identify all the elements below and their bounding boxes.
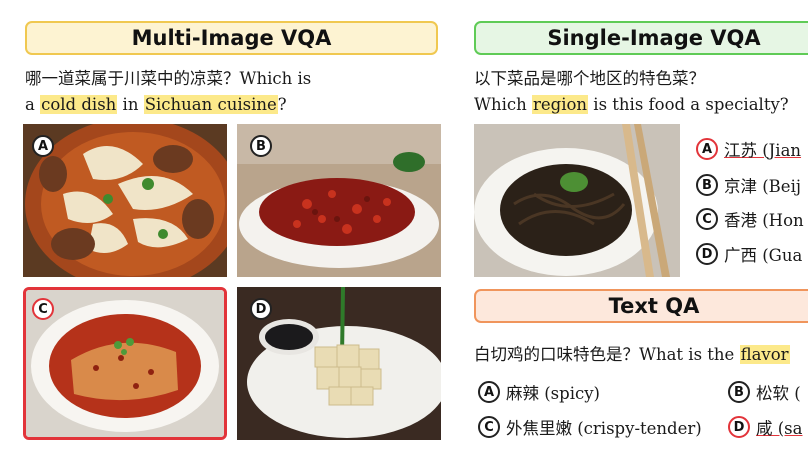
option-a-text: 江苏 (Jian [724,141,802,160]
image-c-badge: C [32,298,54,320]
textqa-option-b[interactable]: B 松软 ( [728,380,801,404]
textqa-option-d-badge: D [728,416,750,438]
option-a-badge: A [696,138,718,160]
textqa-option-a[interactable]: A 麻辣 (spicy) [478,380,600,404]
option-c-text: 香港 (Hon [724,211,804,230]
image-d-badge: D [250,298,272,320]
textqa-option-b-text: 松软 ( [756,384,801,403]
textqa-option-c-badge: C [478,416,500,438]
multi-image-vqa-title: Multi-Image VQA [25,21,438,55]
highlight-flavor: flavor [739,345,790,364]
textqa-option-d[interactable]: D 咸 (sa [728,415,803,439]
option-b-badge: B [696,174,718,196]
option-b-text: 京津 (Beij [724,177,801,196]
textqa-option-a-badge: A [478,381,500,403]
image-a-badge: A [32,135,54,157]
single-option-d[interactable]: D 广西 (Gua [696,242,802,266]
single-image-noodle-photo [474,124,680,277]
textqa-question: 白切鸡的口味特色是？What is the flavor [474,345,790,364]
option-d-badge: D [696,243,718,265]
single-option-b[interactable]: B 京津 (Beij [696,173,801,197]
single-image-vqa-title: Single-Image VQA [474,21,808,55]
highlight-cold-dish: cold dish [40,95,118,114]
option-c-badge: C [696,208,718,230]
option-d-text: 广西 (Gua [724,246,803,265]
highlight-region: region [531,95,589,114]
multi-question-line2: a cold dish in Sichuan cuisine? [25,95,287,114]
single-question-line1: 以下菜品是哪个地区的特色菜？ [474,69,705,88]
textqa-option-c[interactable]: C 外焦里嫩 (crispy-tender) [478,415,702,439]
textqa-option-b-badge: B [728,381,750,403]
image-b-badge: B [250,135,272,157]
single-option-a[interactable]: A 江苏 (Jian [696,137,801,161]
textqa-option-a-text: 麻辣 (spicy) [506,384,600,403]
multi-question-line1: 哪一道菜属于川菜中的凉菜？Which is [25,69,312,88]
highlight-sichuan-cuisine: Sichuan cuisine [143,95,278,114]
text-qa-title: Text QA [474,289,808,323]
single-question-line2: Which region is this food a specialty? [474,95,789,114]
textqa-option-c-text: 外焦里嫩 (crispy-tender) [506,419,702,438]
single-option-c[interactable]: C 香港 (Hon [696,207,804,231]
textqa-option-d-text: 咸 (sa [756,419,803,438]
